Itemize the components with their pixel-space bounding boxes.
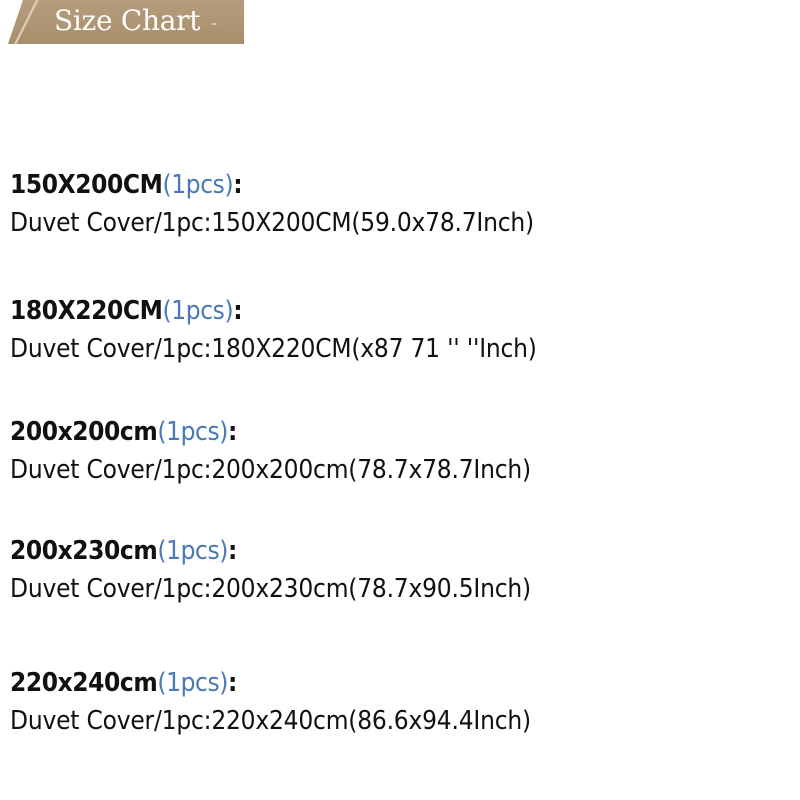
- size-heading: 200x200cm(1pcs):: [10, 417, 531, 447]
- size-heading: 180X220CM(1pcs):: [10, 296, 537, 326]
- colon: :: [228, 417, 237, 447]
- header-caret-icon: -: [212, 16, 217, 31]
- colon: :: [228, 668, 237, 698]
- size-heading: 150X200CM(1pcs):: [10, 170, 534, 200]
- size-label: 150X200CM: [10, 170, 163, 200]
- size-label: 180X220CM: [10, 296, 163, 326]
- colon: :: [233, 170, 243, 200]
- size-description: Duvet Cover/1pc:180X220CM(x87 71 '' ''In…: [10, 334, 537, 364]
- size-entry: 200x200cm(1pcs): Duvet Cover/1pc:200x200…: [10, 417, 531, 485]
- quantity-label: (1pcs): [162, 170, 234, 200]
- header-title: Size Chart: [54, 4, 201, 37]
- quantity-label: (1pcs): [157, 536, 229, 566]
- size-entry: 220x240cm(1pcs): Duvet Cover/1pc:220x240…: [10, 668, 531, 736]
- size-heading: 220x240cm(1pcs):: [10, 668, 531, 698]
- size-label: 220x240cm: [10, 668, 158, 698]
- size-description: Duvet Cover/1pc:220x240cm(86.6x94.4Inch): [10, 706, 531, 736]
- size-label: 200x230cm: [10, 536, 158, 566]
- size-chart-header: Size Chart -: [8, 0, 244, 44]
- size-description: Duvet Cover/1pc:200x230cm(78.7x90.5Inch): [10, 574, 531, 604]
- size-label: 200x200cm: [10, 417, 158, 447]
- size-description: Duvet Cover/1pc:150X200CM(59.0x78.7Inch): [10, 208, 534, 238]
- header-slash-decoration: [8, 0, 23, 44]
- quantity-label: (1pcs): [157, 668, 229, 698]
- size-heading: 200x230cm(1pcs):: [10, 536, 531, 566]
- size-entry: 200x230cm(1pcs): Duvet Cover/1pc:200x230…: [10, 536, 531, 604]
- quantity-label: (1pcs): [157, 417, 229, 447]
- size-description: Duvet Cover/1pc:200x200cm(78.7x78.7Inch): [10, 455, 531, 485]
- size-entry: 180X220CM(1pcs): Duvet Cover/1pc:180X220…: [10, 296, 537, 364]
- size-entry: 150X200CM(1pcs): Duvet Cover/1pc:150X200…: [10, 170, 534, 238]
- colon: :: [233, 296, 243, 326]
- quantity-label: (1pcs): [162, 296, 234, 326]
- colon: :: [228, 536, 237, 566]
